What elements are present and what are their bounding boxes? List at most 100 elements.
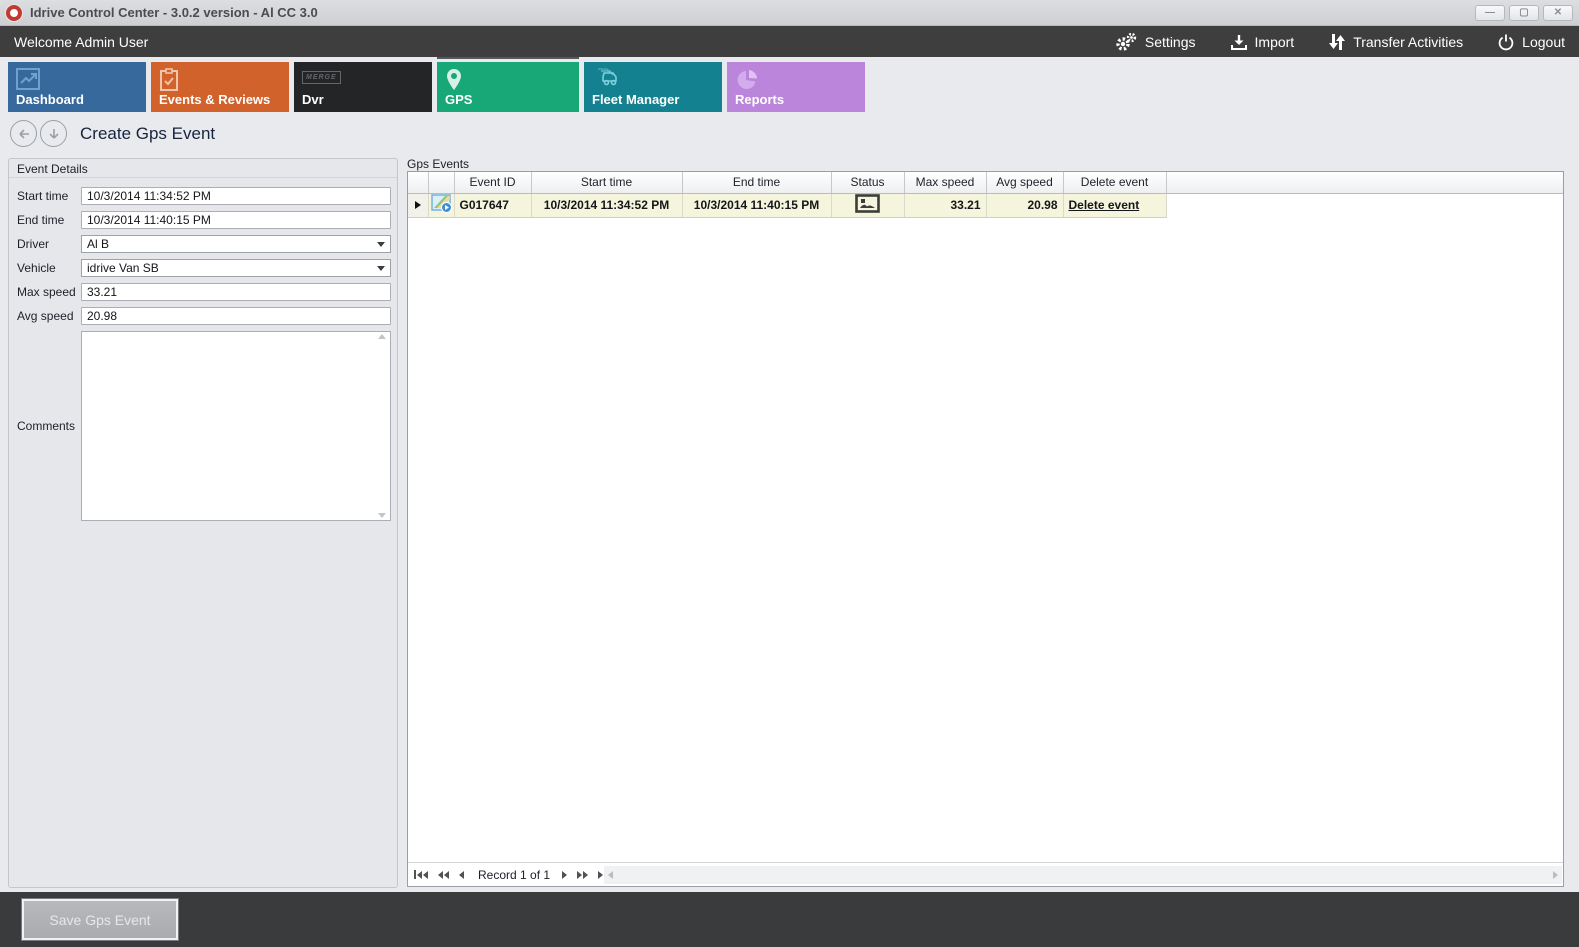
tab-dashboard[interactable]: Dashboard: [8, 62, 146, 112]
gears-icon: [1114, 32, 1138, 52]
maximize-button[interactable]: ▢: [1509, 5, 1539, 21]
col-start-time[interactable]: Start time: [531, 172, 682, 193]
row-filler: [1166, 193, 1563, 217]
tab-dvr[interactable]: MERGE Dvr: [294, 62, 432, 112]
max-speed-input[interactable]: [81, 283, 391, 301]
horizontal-scrollbar[interactable]: [604, 866, 1562, 884]
driver-label: Driver: [17, 237, 49, 251]
arrow-left-icon: [16, 126, 32, 142]
vehicle-select[interactable]: idrive Van SB: [81, 259, 391, 277]
record-count-text: Record 1 of 1: [478, 868, 550, 882]
tab-fleet-manager[interactable]: Fleet Manager: [584, 62, 722, 112]
grid-pager: Record 1 of 1: [408, 862, 1563, 886]
col-filler: [1166, 172, 1563, 193]
cell-start-time: 10/3/2014 11:34:52 PM: [531, 193, 682, 217]
vehicle-select-value: idrive Van SB: [87, 261, 159, 275]
comments-scrollbar[interactable]: [376, 334, 388, 518]
clipboard-check-icon: [159, 68, 179, 95]
footer-bar: Save Gps Event: [0, 892, 1579, 947]
merge-badge-icon: MERGE: [302, 68, 341, 84]
table-row[interactable]: G017647 10/3/2014 11:34:52 PM 10/3/2014 …: [408, 193, 1563, 217]
start-time-input[interactable]: [81, 187, 391, 205]
gps-events-title: Gps Events: [407, 157, 469, 171]
next-record-button[interactable]: [562, 871, 567, 879]
driver-select[interactable]: Al B: [81, 235, 391, 253]
tab-dashboard-label: Dashboard: [16, 92, 84, 107]
grid-header-row: Event ID Start time End time Status Max …: [408, 172, 1563, 193]
scroll-right-icon: [1553, 871, 1558, 879]
page-header: Create Gps Event: [10, 120, 215, 147]
picture-icon: [855, 194, 880, 213]
settings-button[interactable]: Settings: [1114, 32, 1196, 52]
tab-reports[interactable]: Reports: [727, 62, 865, 112]
transfer-activities-button[interactable]: Transfer Activities: [1328, 32, 1463, 52]
next-page-button[interactable]: [577, 871, 588, 879]
import-icon: [1230, 33, 1248, 51]
driver-select-value: Al B: [87, 237, 109, 251]
row-arrow-icon: [415, 201, 421, 209]
back-button[interactable]: [10, 120, 37, 147]
gps-events-grid: Event ID Start time End time Status Max …: [407, 171, 1564, 887]
prev-record-button[interactable]: [459, 871, 464, 879]
transfer-activities-label: Transfer Activities: [1353, 34, 1463, 50]
minimize-button[interactable]: —: [1475, 5, 1505, 21]
prev-page-button[interactable]: [438, 871, 449, 879]
first-record-button[interactable]: [414, 870, 428, 879]
welcome-text: Welcome Admin User: [14, 34, 148, 50]
event-details-panel: Event Details Start time End time Driver…: [8, 158, 398, 888]
merge-badge-label: MERGE: [302, 71, 341, 84]
power-icon: [1497, 33, 1515, 51]
scroll-left-icon: [608, 871, 613, 879]
transfer-icon: [1328, 32, 1346, 52]
line-chart-icon: [16, 68, 40, 93]
col-event-id[interactable]: Event ID: [454, 172, 531, 193]
vehicle-label: Vehicle: [17, 261, 56, 275]
cell-end-time: 10/3/2014 11:40:15 PM: [682, 193, 831, 217]
map-event-cell[interactable]: [428, 193, 454, 217]
tab-dvr-label: Dvr: [302, 92, 324, 107]
col-avg-speed[interactable]: Avg speed: [986, 172, 1063, 193]
map-playback-icon: [431, 194, 453, 214]
close-button[interactable]: ✕: [1543, 5, 1573, 21]
nav-tiles: Dashboard Events & Reviews MERGE Dvr GPS: [8, 62, 865, 112]
row-icon-header: [428, 172, 454, 193]
col-delete-event[interactable]: Delete event: [1063, 172, 1166, 193]
save-gps-event-button[interactable]: Save Gps Event: [22, 899, 178, 940]
col-end-time[interactable]: End time: [682, 172, 831, 193]
delete-event-link[interactable]: Delete event: [1063, 193, 1166, 217]
comments-textarea[interactable]: [81, 331, 391, 521]
max-speed-label: Max speed: [17, 285, 76, 299]
fleet-vehicles-icon: [592, 68, 622, 93]
tab-gps-label: GPS: [445, 92, 472, 107]
tab-gps[interactable]: GPS: [437, 62, 579, 112]
window-title: Idrive Control Center - 3.0.2 version - …: [30, 5, 318, 20]
import-button[interactable]: Import: [1230, 33, 1295, 51]
logout-button[interactable]: Logout: [1497, 33, 1565, 51]
comments-label: Comments: [17, 419, 75, 433]
topbar: Welcome Admin User Settings I: [0, 26, 1579, 57]
row-indicator-header: [408, 172, 428, 193]
scroll-down-icon: [378, 513, 386, 518]
cell-event-id: G017647: [454, 193, 531, 217]
event-details-title: Event Details: [9, 159, 397, 178]
chevron-down-icon: [377, 242, 385, 247]
tab-events-reviews-label: Events & Reviews: [159, 92, 270, 107]
avg-speed-label: Avg speed: [17, 309, 74, 323]
arrow-down-icon: [46, 126, 62, 142]
window-titlebar: Idrive Control Center - 3.0.2 version - …: [0, 0, 1579, 26]
end-time-input[interactable]: [81, 211, 391, 229]
col-max-speed[interactable]: Max speed: [904, 172, 986, 193]
tab-events-reviews[interactable]: Events & Reviews: [151, 62, 289, 112]
cell-max-speed: 33.21: [904, 193, 986, 217]
avg-speed-input[interactable]: [81, 307, 391, 325]
end-time-label: End time: [17, 213, 64, 227]
cell-avg-speed: 20.98: [986, 193, 1063, 217]
pie-chart-icon: [735, 68, 759, 95]
logout-label: Logout: [1522, 34, 1565, 50]
collapse-button[interactable]: [40, 120, 67, 147]
app-logo-icon: [6, 5, 22, 21]
page-title: Create Gps Event: [80, 124, 215, 144]
col-status[interactable]: Status: [831, 172, 904, 193]
chevron-down-icon: [377, 266, 385, 271]
cell-status[interactable]: [831, 193, 904, 217]
